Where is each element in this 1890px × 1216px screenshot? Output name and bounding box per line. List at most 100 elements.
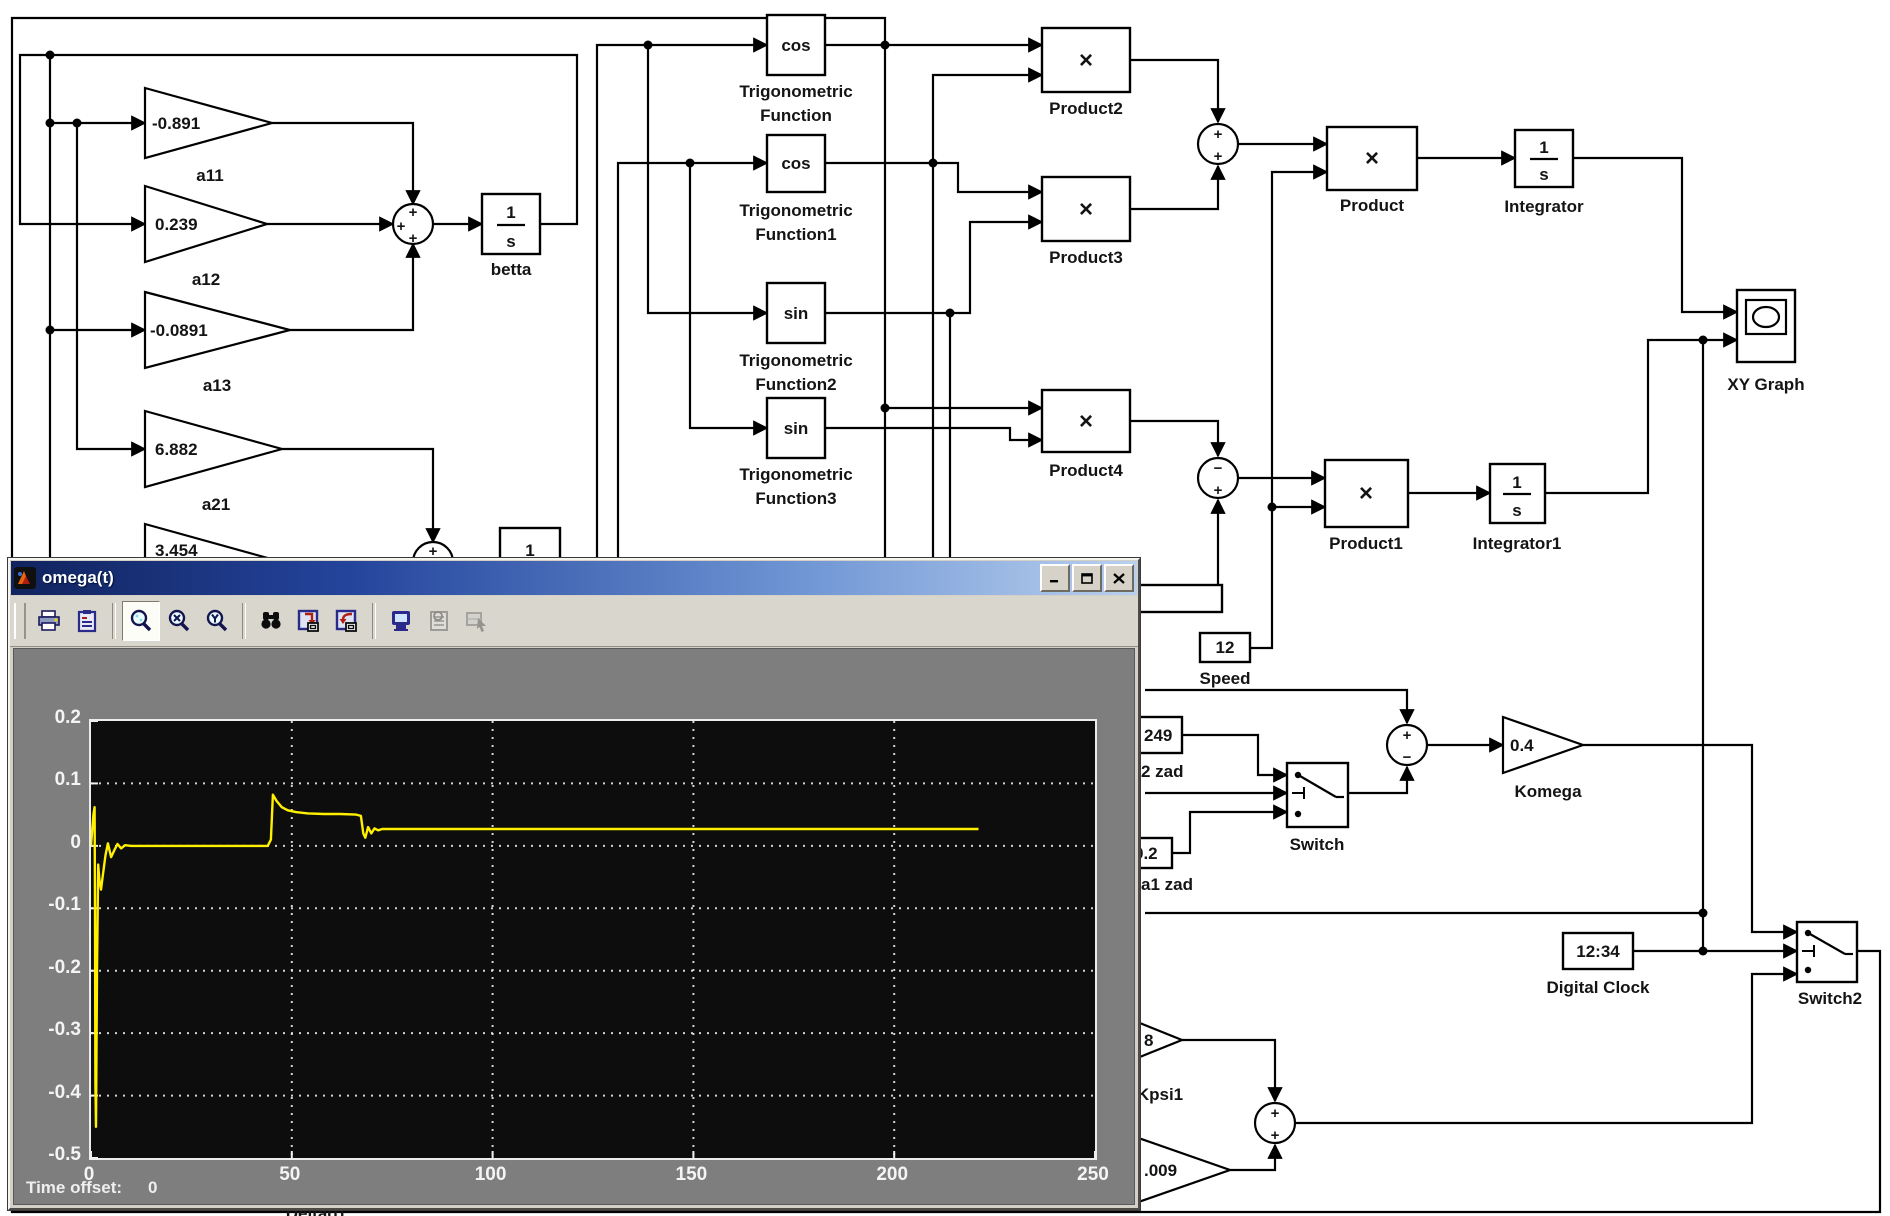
sum4[interactable]: − + — [1198, 458, 1238, 499]
maximize-button[interactable] — [1072, 564, 1102, 592]
trig-fn: cos — [781, 36, 810, 55]
y-tick-label: 0.2 — [17, 707, 81, 729]
gain-label: a21 — [202, 495, 230, 514]
product-symbol: × — [1079, 196, 1093, 223]
gain-label: Komega — [1514, 782, 1582, 801]
trig-label: Trigonometric — [739, 201, 852, 220]
zoom-x-button[interactable] — [160, 601, 198, 641]
screen-icon — [388, 608, 414, 634]
y-tick-label: -0.2 — [17, 957, 81, 979]
gain-009[interactable]: .009 — [1130, 1135, 1230, 1205]
int-num: 1 — [1539, 138, 1548, 157]
block-trig-function1[interactable]: cos Trigonometric Function1 — [739, 135, 852, 244]
trig-fn: sin — [784, 304, 809, 323]
block-product[interactable]: × Product — [1327, 127, 1417, 215]
x-tick-label: 100 — [459, 1164, 523, 1186]
toolbar-separator — [242, 603, 246, 639]
scope-trace — [91, 795, 979, 1127]
copy-icon — [74, 608, 100, 634]
sum5[interactable]: + − — [1387, 725, 1427, 766]
minimize-button[interactable] — [1040, 564, 1070, 592]
scope-titlebar[interactable]: omega(t) — [11, 561, 1137, 595]
zoom-y-button[interactable] — [198, 601, 236, 641]
const-label: a1 zad — [1141, 875, 1193, 894]
block-product1[interactable]: × Product1 — [1325, 460, 1408, 553]
gain-a12[interactable]: 0.239 a12 — [145, 186, 267, 289]
sum-sign: + — [1214, 126, 1223, 143]
save-axes-button[interactable] — [290, 601, 328, 641]
gain-value: -0.0891 — [150, 321, 208, 340]
float-scope-button[interactable] — [458, 601, 496, 641]
product-label: Product3 — [1049, 248, 1123, 267]
product-symbol: × — [1079, 47, 1093, 74]
sum3[interactable]: + + — [1198, 124, 1238, 165]
trig-fn: cos — [781, 154, 810, 173]
product-label: Product2 — [1049, 99, 1123, 118]
y-tick-label: -0.4 — [17, 1082, 81, 1104]
print-button[interactable] — [30, 601, 68, 641]
gain-label: a13 — [203, 376, 231, 395]
block-trig-function2[interactable]: sin Trigonometric Function2 — [739, 283, 852, 394]
block-digital-clock[interactable]: 12:34 Digital Clock — [1547, 933, 1651, 997]
block-trig-function3[interactable]: sin Trigonometric Function3 — [739, 398, 852, 508]
block-speed[interactable]: 12 Speed — [1199, 633, 1250, 688]
sum-sign: + — [409, 230, 418, 247]
int-den: s — [1539, 165, 1548, 184]
find-autoscale-button[interactable] — [252, 601, 290, 641]
sum-sign: + — [1271, 1127, 1280, 1144]
block-switch2[interactable]: Switch2 — [1797, 922, 1862, 1008]
restore-axes-button[interactable] — [328, 601, 366, 641]
switch-label: Switch — [1290, 835, 1345, 854]
block-product3[interactable]: × Product3 — [1042, 177, 1130, 267]
sum-sign: + — [1214, 482, 1223, 499]
block-xy-graph[interactable]: XY Graph — [1727, 290, 1804, 394]
product-symbol: × — [1079, 408, 1093, 435]
trig-label2: Function — [760, 106, 832, 125]
block-product2[interactable]: × Product2 — [1042, 28, 1130, 118]
simulink-model-canvas: -0.891 a11 0.239 a12 -0.0891 a13 6.882 a… — [0, 0, 1890, 1216]
sum-sign: + — [1214, 148, 1223, 165]
gain-a11[interactable]: -0.891 a11 — [145, 88, 272, 185]
product-label: Product — [1340, 196, 1405, 215]
block-integrator[interactable]: 1 s Integrator — [1504, 130, 1584, 216]
block-integrator1[interactable]: 1 s Integrator1 — [1473, 464, 1562, 553]
gain-value: 6.882 — [155, 440, 198, 459]
const-value: 249 — [1144, 726, 1172, 745]
block-trig-function[interactable]: cos Trigonometric Function — [739, 15, 852, 125]
const-label: Speed — [1199, 669, 1250, 688]
int-label: betta — [491, 260, 532, 279]
minimize-icon — [1049, 573, 1061, 583]
gain-a13[interactable]: -0.0891 a13 — [145, 292, 290, 395]
const-label: 2 zad — [1141, 762, 1184, 781]
toolbar-grip[interactable] — [14, 603, 26, 639]
sum-sign: − — [1214, 460, 1223, 477]
print-icon — [36, 608, 62, 634]
int-den: s — [1512, 501, 1521, 520]
close-icon — [1113, 573, 1125, 584]
screen-button[interactable] — [382, 601, 420, 641]
sum-betta[interactable]: + + + — [393, 204, 433, 247]
zoom-button[interactable] — [122, 601, 160, 641]
sum-sign: + — [409, 204, 418, 221]
x-tick-label: 200 — [860, 1164, 924, 1186]
time-offset: Time offset:0 — [26, 1178, 158, 1198]
product-symbol: × — [1365, 145, 1379, 172]
print-preview-button[interactable] — [420, 601, 458, 641]
zoom-x-icon — [166, 608, 192, 634]
close-button[interactable] — [1104, 564, 1134, 592]
scope-window-omega[interactable]: omega(t) — [8, 558, 1140, 1210]
sum-sign: + — [1271, 1105, 1280, 1122]
y-tick-label: -0.3 — [17, 1019, 81, 1041]
block-product4[interactable]: × Product4 — [1042, 390, 1130, 480]
y-tick-label: 0.1 — [17, 769, 81, 791]
gain-a21[interactable]: 6.882 a21 — [145, 411, 282, 514]
sum6[interactable]: + + — [1255, 1103, 1295, 1144]
block-switch[interactable]: Switch — [1287, 763, 1348, 854]
gain-komega[interactable]: 0.4 Komega — [1503, 717, 1583, 801]
block-integrator-betta[interactable]: 1 s betta — [482, 194, 540, 279]
copy-button[interactable] — [68, 601, 106, 641]
zoom-icon — [128, 608, 154, 634]
gain-value: 8 — [1144, 1031, 1153, 1050]
y-tick-label: 0 — [17, 832, 81, 854]
y-tick-label: -0.5 — [17, 1144, 81, 1166]
